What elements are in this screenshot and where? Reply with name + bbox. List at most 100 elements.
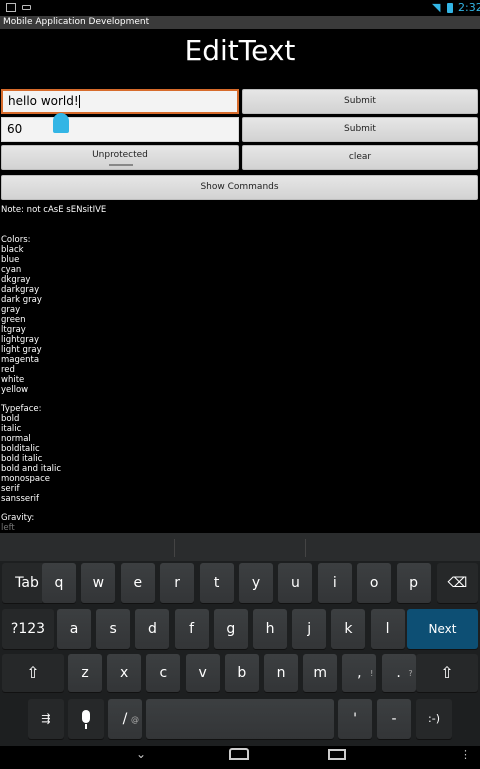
key-v-label: v bbox=[198, 665, 207, 681]
typeface-item: normal bbox=[1, 434, 31, 444]
clock: 2:32 bbox=[458, 1, 480, 14]
key-a-label: a bbox=[69, 621, 79, 637]
key-h-label: h bbox=[265, 621, 275, 637]
symbols-key[interactable]: ?123 bbox=[2, 609, 54, 649]
dash-key[interactable]: - bbox=[377, 699, 411, 739]
color-item: yellow bbox=[1, 385, 29, 395]
key-i[interactable]: i bbox=[317, 563, 352, 603]
next-key[interactable]: Next bbox=[407, 609, 478, 649]
key-w[interactable]: w bbox=[81, 563, 116, 603]
usb-icon bbox=[22, 5, 31, 10]
menu-icon[interactable]: ⋮ bbox=[460, 748, 471, 761]
notification-icon bbox=[6, 3, 16, 12]
typeface-item: monospace bbox=[1, 474, 51, 484]
key-v[interactable]: v bbox=[185, 654, 220, 692]
key-u[interactable]: u bbox=[278, 563, 313, 603]
key-e[interactable]: e bbox=[120, 563, 155, 603]
unprotected-toggle[interactable]: Unprotected bbox=[1, 145, 239, 170]
key-r-label: r bbox=[174, 575, 181, 591]
backspace-key[interactable]: ⌫ bbox=[437, 563, 478, 603]
key-p[interactable]: p bbox=[396, 563, 431, 603]
key-g[interactable]: g bbox=[213, 609, 248, 649]
key-n-label: n bbox=[276, 665, 286, 681]
key-u-label: u bbox=[290, 575, 300, 591]
color-item: green bbox=[1, 315, 26, 325]
key-f[interactable]: f bbox=[174, 609, 209, 649]
slash-key-label: / bbox=[122, 711, 128, 727]
key-m-label: m bbox=[313, 665, 327, 681]
key-h[interactable]: h bbox=[253, 609, 287, 649]
suggestion-divider bbox=[174, 539, 175, 557]
settings-key[interactable]: ⇶ bbox=[28, 699, 64, 739]
key-y[interactable]: y bbox=[239, 563, 273, 603]
color-item: red bbox=[1, 365, 15, 375]
key-a[interactable]: a bbox=[57, 609, 91, 649]
key-b[interactable]: b bbox=[224, 654, 259, 692]
gravity-partial-item: left bbox=[1, 523, 15, 533]
home-icon[interactable] bbox=[229, 748, 249, 760]
color-item: white bbox=[1, 375, 25, 385]
unprotected-label: Unprotected bbox=[92, 150, 148, 160]
key-j[interactable]: j bbox=[292, 609, 327, 649]
smiley-key[interactable]: :-) bbox=[416, 699, 452, 739]
key-c[interactable]: c bbox=[146, 654, 181, 692]
key-period-hint: ? bbox=[408, 669, 413, 678]
key-o[interactable]: o bbox=[357, 563, 392, 603]
key-q[interactable]: q bbox=[42, 563, 76, 603]
next-key-label: Next bbox=[428, 622, 457, 636]
key-period-label: . bbox=[396, 665, 401, 681]
slash-key[interactable]: / @ bbox=[108, 699, 142, 739]
apostrophe-key[interactable]: ' bbox=[338, 699, 372, 739]
status-bar: ◥ 2:32 bbox=[0, 0, 480, 16]
key-t[interactable]: t bbox=[199, 563, 234, 603]
key-n[interactable]: n bbox=[264, 654, 298, 692]
color-item: gray bbox=[1, 305, 21, 315]
submit-button-1[interactable]: Submit bbox=[242, 89, 478, 114]
color-item: light gray bbox=[1, 345, 42, 355]
key-d[interactable]: d bbox=[135, 609, 170, 649]
key-k[interactable]: k bbox=[331, 609, 366, 649]
shift-key-left[interactable]: ⇧ bbox=[2, 654, 64, 692]
submit-button-2[interactable]: Submit bbox=[242, 117, 478, 142]
key-period[interactable]: .? bbox=[381, 654, 416, 692]
typeface-item: sansserif bbox=[1, 494, 39, 504]
color-item: cyan bbox=[1, 265, 22, 275]
shift-key-right[interactable]: ⇧ bbox=[416, 654, 478, 692]
key-r[interactable]: r bbox=[160, 563, 195, 603]
text-selection-handle[interactable] bbox=[53, 113, 69, 133]
key-comma-hint: ! bbox=[370, 669, 374, 678]
text-input-1[interactable]: hello world! bbox=[1, 89, 239, 114]
clear-button[interactable]: clear bbox=[242, 145, 478, 170]
key-comma-label: , bbox=[357, 665, 362, 681]
colors-list: black blue cyan dkgray darkgray dark gray gray… bbox=[1, 245, 42, 395]
space-key[interactable] bbox=[146, 699, 334, 739]
typeface-item: bolditalic bbox=[1, 444, 40, 454]
key-x[interactable]: x bbox=[107, 654, 142, 692]
key-y-label: y bbox=[251, 575, 261, 591]
key-i-label: i bbox=[332, 575, 337, 591]
suggestion-divider bbox=[305, 539, 306, 557]
recent-apps-icon[interactable] bbox=[328, 749, 346, 760]
key-m[interactable]: m bbox=[303, 654, 338, 692]
key-z-label: z bbox=[81, 665, 89, 681]
color-item: darkgray bbox=[1, 285, 40, 295]
key-comma[interactable]: ,! bbox=[342, 654, 377, 692]
typeface-item: italic bbox=[1, 424, 22, 434]
color-item: lightgray bbox=[1, 335, 39, 345]
battery-icon bbox=[447, 3, 453, 13]
key-s[interactable]: s bbox=[96, 609, 131, 649]
key-l[interactable]: l bbox=[370, 609, 405, 649]
key-z[interactable]: z bbox=[68, 654, 102, 692]
show-commands-button[interactable]: Show Commands bbox=[1, 175, 478, 200]
back-chevron-icon[interactable]: ⌄ bbox=[136, 747, 146, 761]
text-input-2[interactable]: 60 bbox=[1, 117, 239, 142]
key-c-label: c bbox=[159, 665, 168, 681]
key-f-label: f bbox=[189, 621, 195, 637]
key-p-label: p bbox=[409, 575, 419, 591]
suggestion-strip bbox=[0, 533, 480, 561]
key-o-label: o bbox=[369, 575, 379, 591]
tab-key-label: Tab bbox=[15, 575, 39, 591]
gravity-title: Gravity: bbox=[1, 513, 35, 523]
mic-key[interactable] bbox=[68, 699, 104, 739]
key-d-label: d bbox=[147, 621, 157, 637]
